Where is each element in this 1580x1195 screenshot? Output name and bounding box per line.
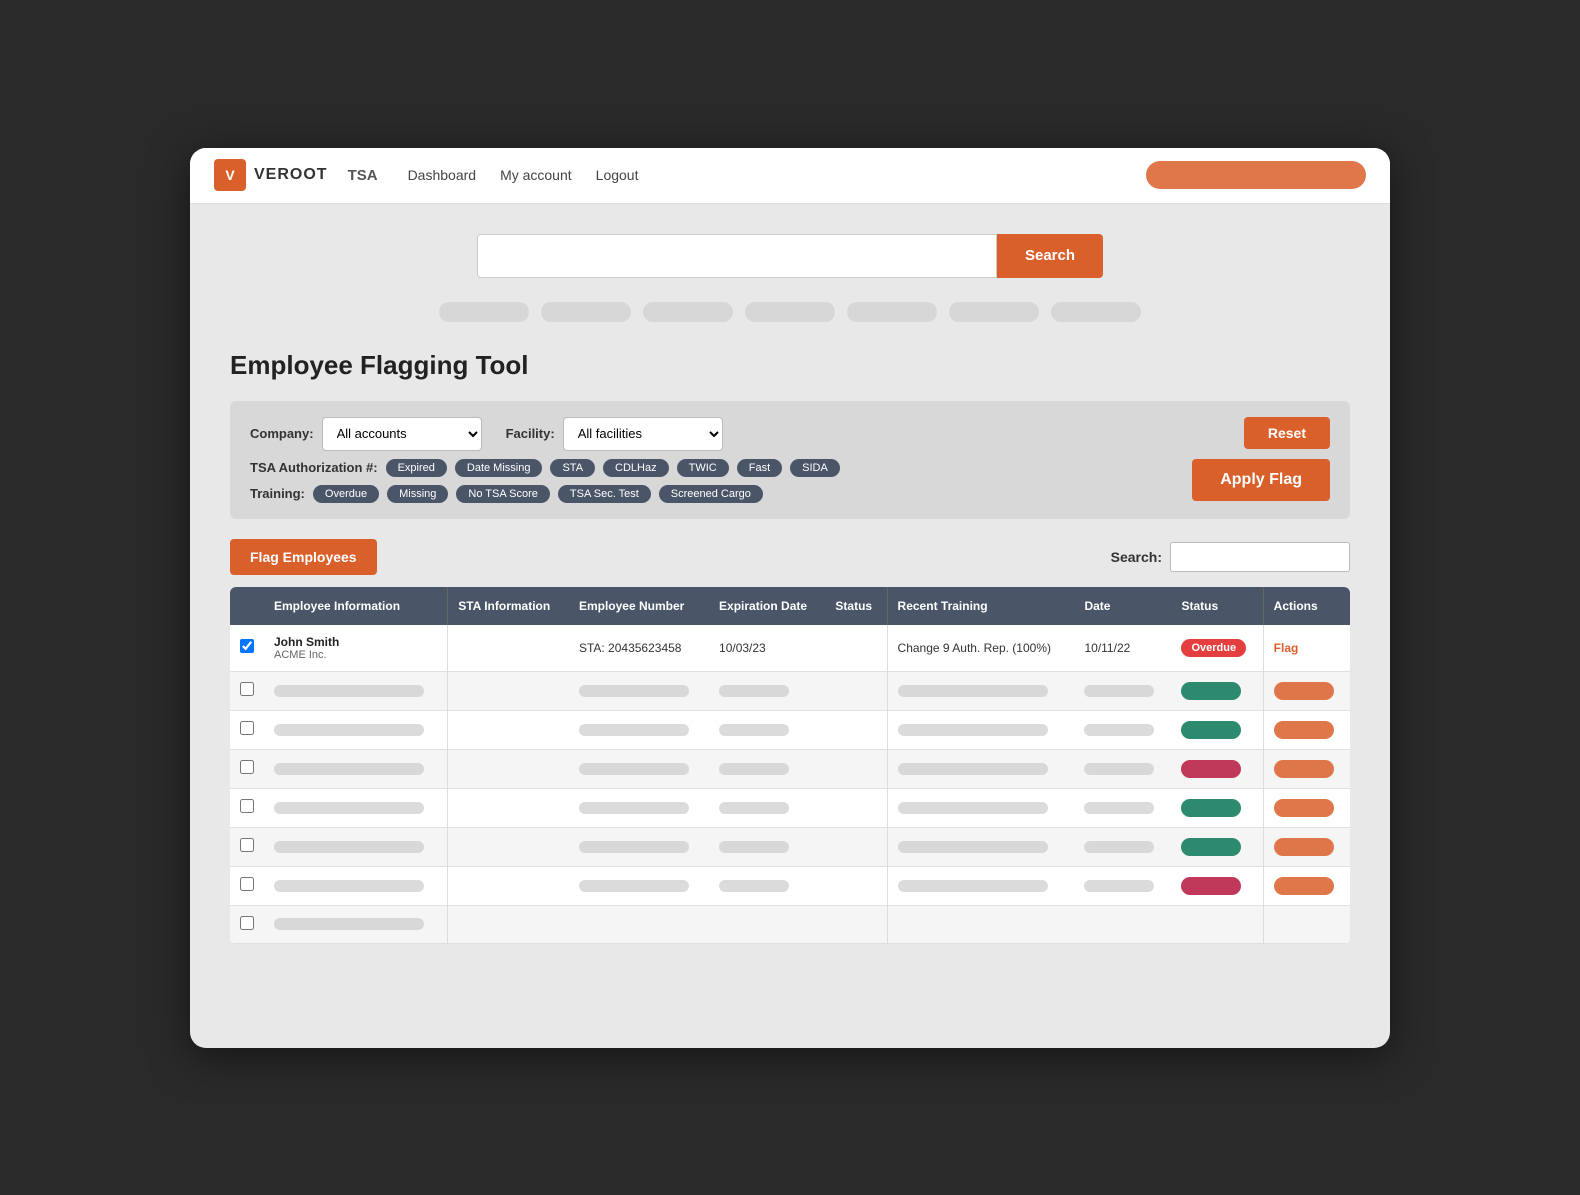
filter-tab-5[interactable] xyxy=(847,302,937,322)
tsa-auth-row: TSA Authorization #: Expired Date Missin… xyxy=(250,459,1182,477)
row7-checkbox[interactable] xyxy=(240,877,254,891)
table-toolbar: Flag Employees Search: xyxy=(230,539,1350,575)
row1-checkbox[interactable] xyxy=(240,639,254,653)
company-select[interactable]: All accounts ACME Inc. xyxy=(322,417,482,451)
row6-checkbox[interactable] xyxy=(240,838,254,852)
row1-employee-company: ACME Inc. xyxy=(274,649,437,661)
logo-text: VEROOT xyxy=(254,166,328,184)
filter-company-row: Company: All accounts ACME Inc. Facility… xyxy=(250,417,1182,451)
table-row xyxy=(230,749,1350,788)
row1-date: 10/11/22 xyxy=(1074,625,1171,672)
data-table: Employee Information STA Information Emp… xyxy=(230,587,1350,944)
tag-date-missing[interactable]: Date Missing xyxy=(455,459,543,477)
table-row xyxy=(230,788,1350,827)
row1-training-status: Overdue xyxy=(1171,625,1263,672)
table-row: John Smith ACME Inc. STA: 20435623458 10… xyxy=(230,625,1350,672)
filter-tab-4[interactable] xyxy=(745,302,835,322)
tag-overdue[interactable]: Overdue xyxy=(313,485,379,503)
row1-employee-info: John Smith ACME Inc. xyxy=(264,625,448,672)
row1-expiration-date: 10/03/23 xyxy=(709,625,825,672)
col-training-status: Status xyxy=(1171,587,1263,625)
flag-employees-button[interactable]: Flag Employees xyxy=(230,539,377,575)
tag-sida[interactable]: SIDA xyxy=(790,459,840,477)
tag-tsa-sec-test[interactable]: TSA Sec. Test xyxy=(558,485,651,503)
nav-links: Dashboard My account Logout xyxy=(408,167,639,183)
col-date: Date xyxy=(1074,587,1171,625)
search-button[interactable]: Search xyxy=(997,234,1103,278)
col-sta-info: STA Information xyxy=(448,587,569,625)
row1-sta-info xyxy=(448,625,569,672)
row1-overdue-badge: Overdue xyxy=(1181,639,1246,657)
tag-twic[interactable]: TWIC xyxy=(677,459,729,477)
main-content: Search Employee Flagging Tool Company: A… xyxy=(190,204,1390,974)
row8-checkbox[interactable] xyxy=(240,916,254,930)
filter-tab-7[interactable] xyxy=(1051,302,1141,322)
top-nav: V VEROOT TSA Dashboard My account Logout xyxy=(190,148,1390,204)
col-checkbox xyxy=(230,587,264,625)
search-area: Search xyxy=(230,234,1350,278)
row1-employee-name: John Smith xyxy=(274,635,437,649)
nav-search-bar xyxy=(1146,161,1366,189)
row1-flag-link[interactable]: Flag xyxy=(1274,641,1299,655)
col-recent-training: Recent Training xyxy=(887,587,1074,625)
row5-checkbox[interactable] xyxy=(240,799,254,813)
filter-actions: Reset Apply Flag xyxy=(1192,417,1330,501)
row1-status xyxy=(825,625,887,672)
tag-fast[interactable]: Fast xyxy=(737,459,782,477)
search-input[interactable] xyxy=(477,234,997,278)
row3-checkbox[interactable] xyxy=(240,721,254,735)
tag-screened-cargo[interactable]: Screened Cargo xyxy=(659,485,763,503)
filter-row-group: Company: All accounts ACME Inc. Facility… xyxy=(250,417,1182,503)
facility-label: Facility: xyxy=(506,426,555,441)
filter-tab-3[interactable] xyxy=(643,302,733,322)
table-row xyxy=(230,671,1350,710)
col-status: Status xyxy=(825,587,887,625)
row4-checkbox[interactable] xyxy=(240,760,254,774)
col-employee-number: Employee Number xyxy=(569,587,709,625)
logo-area: V VEROOT xyxy=(214,159,328,191)
training-label: Training: xyxy=(250,486,305,501)
row1-recent-training: Change 9 Auth. Rep. (100%) xyxy=(887,625,1074,672)
page-title: Employee Flagging Tool xyxy=(230,350,1350,381)
tag-no-tsa-score[interactable]: No TSA Score xyxy=(456,485,550,503)
tag-sta[interactable]: STA xyxy=(550,459,595,477)
filter-tab-6[interactable] xyxy=(949,302,1039,322)
table-row xyxy=(230,710,1350,749)
filter-tab-1[interactable] xyxy=(439,302,529,322)
reset-button[interactable]: Reset xyxy=(1244,417,1330,449)
table-search: Search: xyxy=(1111,542,1350,572)
row1-action: Flag xyxy=(1263,625,1350,672)
veroot-logo-icon: V xyxy=(214,159,246,191)
tag-cdlhaz[interactable]: CDLHaz xyxy=(603,459,669,477)
tsa-label: TSA Authorization #: xyxy=(250,460,378,475)
filter-panel: Company: All accounts ACME Inc. Facility… xyxy=(230,401,1350,519)
table-row xyxy=(230,866,1350,905)
training-row: Training: Overdue Missing No TSA Score T… xyxy=(250,485,1182,503)
table-search-input[interactable] xyxy=(1170,542,1350,572)
table-row xyxy=(230,827,1350,866)
col-actions: Actions xyxy=(1263,587,1350,625)
col-expiration-date: Expiration Date xyxy=(709,587,825,625)
apply-flag-button[interactable]: Apply Flag xyxy=(1192,459,1330,501)
filter-tabs xyxy=(230,302,1350,322)
facility-select[interactable]: All facilities Facility A xyxy=(563,417,723,451)
col-employee-info: Employee Information xyxy=(264,587,448,625)
nav-logout[interactable]: Logout xyxy=(596,167,639,183)
table-search-label: Search: xyxy=(1111,549,1162,565)
row2-checkbox[interactable] xyxy=(240,682,254,696)
table-row xyxy=(230,905,1350,943)
filter-tab-2[interactable] xyxy=(541,302,631,322)
row1-checkbox-cell xyxy=(230,625,264,672)
nav-dashboard[interactable]: Dashboard xyxy=(408,167,477,183)
tag-missing[interactable]: Missing xyxy=(387,485,448,503)
org-name: TSA xyxy=(348,167,378,184)
company-label: Company: xyxy=(250,426,314,441)
tag-expired[interactable]: Expired xyxy=(386,459,447,477)
row1-employee-number: STA: 20435623458 xyxy=(569,625,709,672)
nav-my-account[interactable]: My account xyxy=(500,167,572,183)
screen-wrapper: V VEROOT TSA Dashboard My account Logout… xyxy=(190,148,1390,1048)
